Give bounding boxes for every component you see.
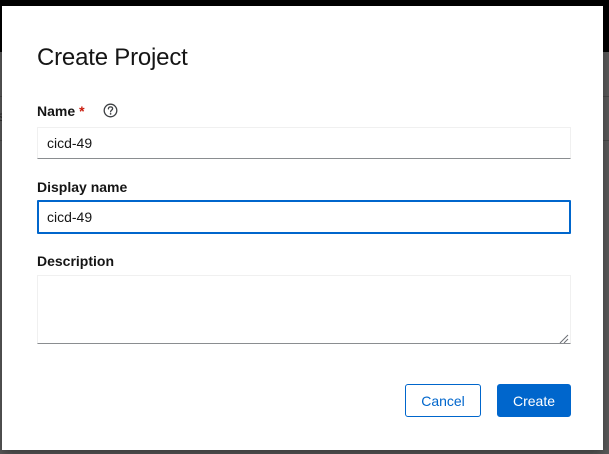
name-label-text: Name xyxy=(37,103,76,119)
name-label: Name * xyxy=(37,103,85,119)
cancel-button[interactable]: Cancel xyxy=(405,384,481,417)
resize-grip-icon[interactable] xyxy=(559,331,569,344)
create-button[interactable]: Create xyxy=(497,384,571,417)
dialog-title: Create Project xyxy=(37,44,188,71)
display-name-input[interactable] xyxy=(37,200,571,234)
create-project-dialog: Create Project Name* Display name Descri… xyxy=(2,6,603,450)
description-label: Description xyxy=(37,253,115,269)
description-textarea[interactable] xyxy=(37,275,571,344)
question-circle-icon[interactable] xyxy=(103,103,118,118)
required-marker: * xyxy=(79,103,85,119)
name-input[interactable] xyxy=(37,127,571,159)
display-name-label: Display name xyxy=(37,179,128,195)
